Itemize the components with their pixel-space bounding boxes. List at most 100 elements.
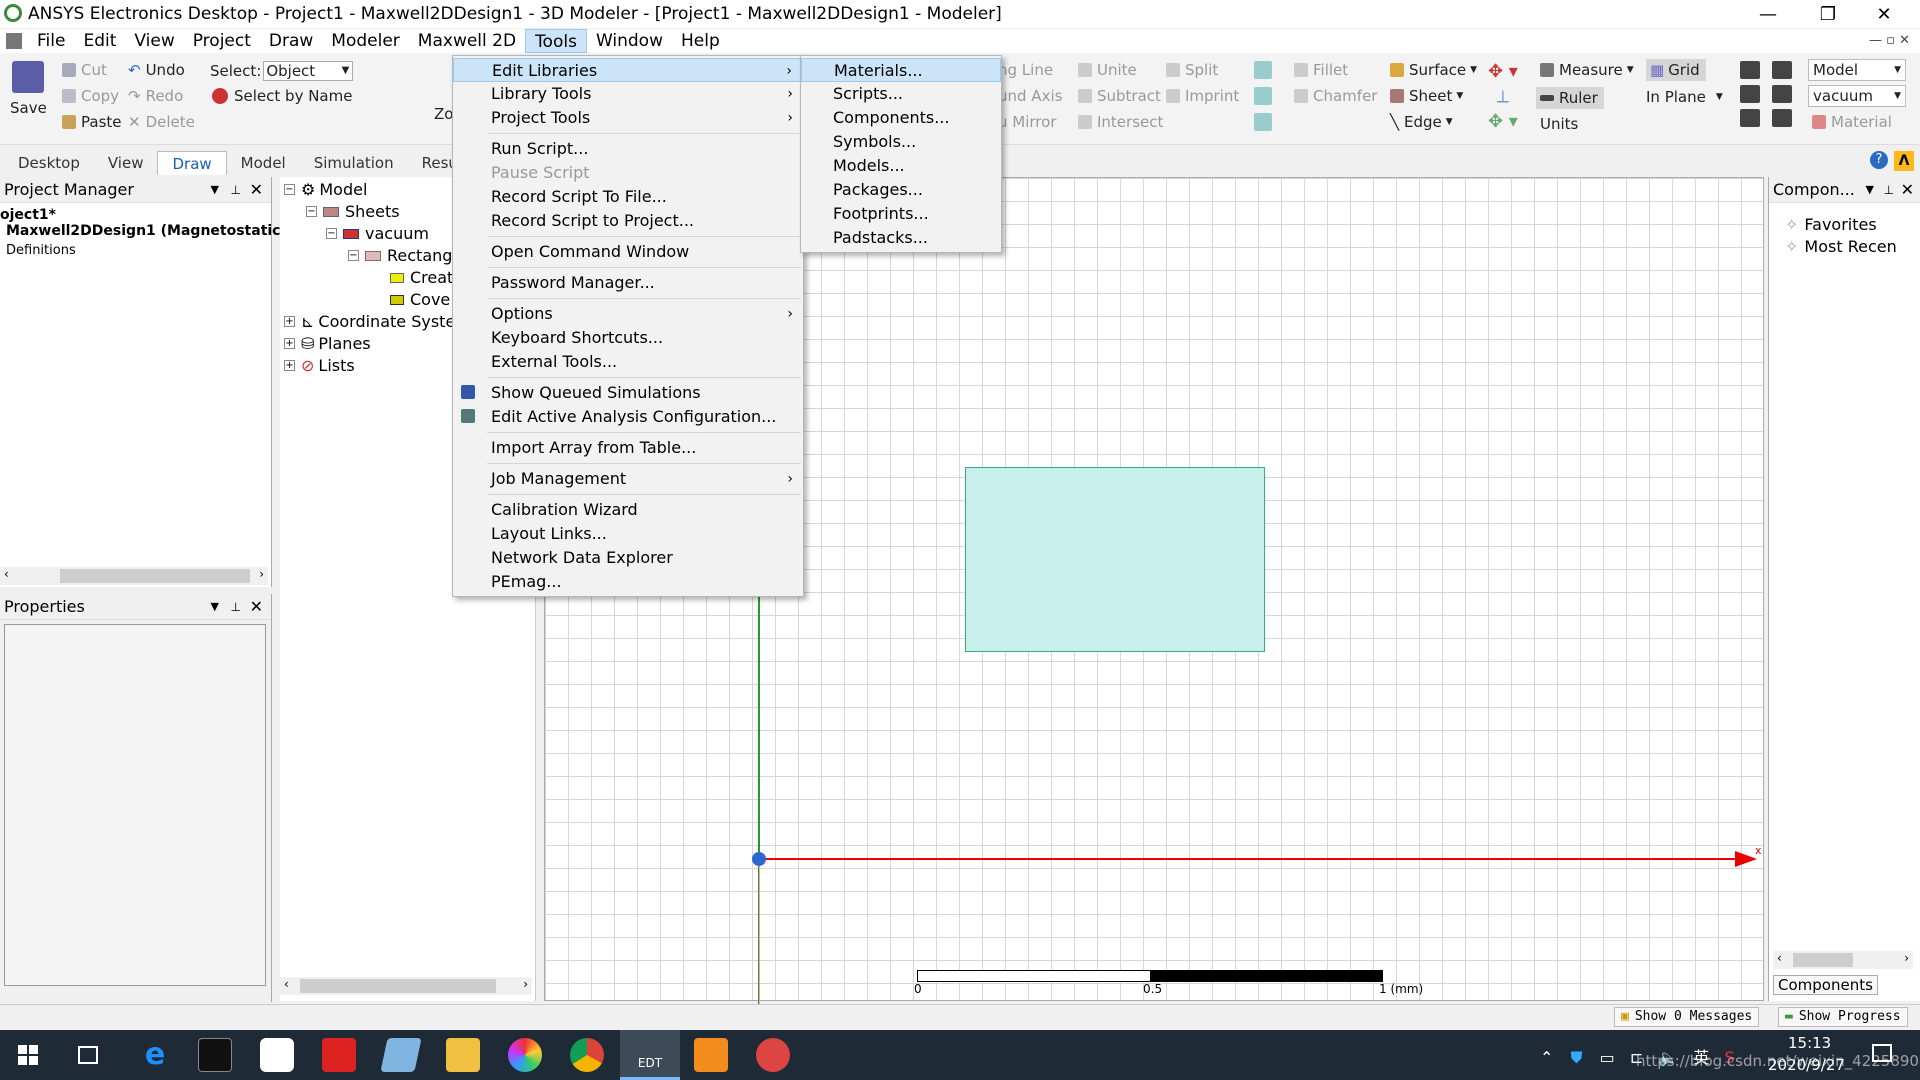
maximize-button[interactable]: ❐ xyxy=(1800,0,1856,28)
select-mode-dropdown[interactable]: Object ▼ xyxy=(263,61,354,81)
align-icon[interactable] xyxy=(1254,61,1272,79)
split-button[interactable]: Split xyxy=(1166,61,1218,79)
menu-file[interactable]: File xyxy=(28,29,74,53)
model-dropdown[interactable]: Model ▼ xyxy=(1808,59,1906,81)
scroll-right-icon[interactable]: › xyxy=(523,977,528,991)
undo-button[interactable]: ↶ Undo xyxy=(128,61,185,79)
menu-view[interactable]: View xyxy=(125,29,183,53)
menu-maxwell2d[interactable]: Maxwell 2D xyxy=(409,29,525,53)
menu-project-tools[interactable]: Project Tools › xyxy=(453,106,803,130)
rotate-icon[interactable] xyxy=(1254,87,1272,105)
close-button[interactable]: ✕ xyxy=(1856,0,1912,28)
scroll-left-icon[interactable]: ‹ xyxy=(1777,951,1782,965)
scroll-left-icon[interactable]: ‹ xyxy=(284,977,289,991)
menu-calibration-wizard[interactable]: Calibration Wizard xyxy=(453,498,803,522)
start-icon[interactable] xyxy=(18,1045,38,1065)
panel-menu-icon[interactable]: ▼ xyxy=(211,177,219,203)
tree-node-vacuum[interactable]: − vacuum xyxy=(326,224,429,243)
submenu-symbols[interactable]: Symbols... xyxy=(801,130,1001,154)
definitions-node[interactable]: Definitions xyxy=(0,243,271,263)
zoom-view-icon[interactable] xyxy=(1740,109,1760,127)
menu-library-tools[interactable]: Library Tools › xyxy=(453,82,803,106)
tree-node-coordinate-systems[interactable]: + ⊾ Coordinate Syste xyxy=(284,312,455,331)
panel-menu-icon[interactable]: ▼ xyxy=(1866,177,1874,203)
tray-expand-icon[interactable]: ⌃ xyxy=(1540,1048,1553,1067)
components-tab[interactable]: Components xyxy=(1773,975,1878,995)
menu-open-command-window[interactable]: Open Command Window xyxy=(453,240,803,264)
surface-dropdown[interactable]: Surface ▼ xyxy=(1390,61,1477,79)
tab-simulation[interactable]: Simulation xyxy=(300,151,408,175)
submenu-packages[interactable]: Packages... xyxy=(801,178,1001,202)
close-icon[interactable]: ✕ xyxy=(1901,177,1914,203)
panel-menu-icon[interactable]: ▼ xyxy=(211,594,219,620)
snipping-tool-icon[interactable] xyxy=(756,1038,790,1072)
most-recent-node[interactable]: ✧ Most Recen xyxy=(1785,237,1897,256)
submenu-padstacks[interactable]: Padstacks... xyxy=(801,226,1001,250)
intersect-button[interactable]: Intersect xyxy=(1078,113,1163,131)
menu-modeler[interactable]: Modeler xyxy=(322,29,409,53)
grid-plane-dropdown[interactable]: In Plane ▼ xyxy=(1646,87,1726,107)
edge-dropdown[interactable]: ╲ Edge ▼ xyxy=(1390,113,1453,131)
rectangle-object[interactable] xyxy=(965,467,1265,652)
components-scrollbar[interactable]: ‹ › xyxy=(1773,951,1913,969)
design-node[interactable]: Maxwell2DDesign1 (Magnetostatic, XY)* xyxy=(0,223,325,243)
ansys-edt-taskbar-button[interactable]: EDT xyxy=(620,1030,680,1080)
tab-draw[interactable]: Draw xyxy=(157,151,227,175)
menu-edit-analysis-config[interactable]: Edit Active Analysis Configuration... xyxy=(453,405,803,429)
pin-icon[interactable]: ⊥ xyxy=(231,594,241,620)
tree-node-lists[interactable]: + ⊘ Lists xyxy=(284,356,355,375)
select-by-name-button[interactable]: Select by Name xyxy=(212,87,352,105)
units-button[interactable]: Units xyxy=(1540,115,1578,133)
mirror-button[interactable]: u Mirror xyxy=(998,113,1056,131)
horizontal-scrollbar[interactable]: ‹ › xyxy=(0,567,268,585)
ruler-button[interactable]: Ruler xyxy=(1536,87,1604,109)
scroll-right-icon[interactable]: › xyxy=(1904,951,1909,965)
menu-layout-links[interactable]: Layout Links... xyxy=(453,522,803,546)
scrollbar-thumb[interactable] xyxy=(300,979,496,993)
menu-keyboard-shortcuts[interactable]: Keyboard Shortcuts... xyxy=(453,326,803,350)
shield-icon[interactable]: ⛊ xyxy=(1571,1048,1583,1067)
sheet-dropdown[interactable]: Sheet ▼ xyxy=(1390,87,1463,105)
orient-view-icon[interactable] xyxy=(1772,109,1792,127)
menu-show-queued-simulations[interactable]: Show Queued Simulations xyxy=(453,381,803,405)
fit-selection-icon[interactable] xyxy=(1772,61,1792,79)
scroll-left-icon[interactable]: ‹ xyxy=(4,567,9,581)
scrollbar-thumb[interactable] xyxy=(60,569,250,583)
menu-draw[interactable]: Draw xyxy=(260,29,322,53)
submenu-scripts[interactable]: Scripts... xyxy=(801,82,1001,106)
show-progress-button[interactable]: ▬ Show Progress xyxy=(1778,1007,1908,1027)
menu-edit[interactable]: Edit xyxy=(74,29,125,53)
clock-time[interactable]: 15:13 xyxy=(1788,1034,1831,1052)
chamfer-button[interactable]: Chamfer xyxy=(1294,87,1377,105)
menu-run-script[interactable]: Run Script... xyxy=(453,137,803,161)
menu-tools[interactable]: Tools xyxy=(525,29,587,53)
show-messages-button[interactable]: ▣ Show 0 Messages xyxy=(1614,1007,1760,1027)
unite-button[interactable]: Unite xyxy=(1078,61,1137,79)
app-pinwheel-icon[interactable] xyxy=(260,1038,294,1072)
close-icon[interactable]: ✕ xyxy=(250,594,263,620)
tree-node-rectangle[interactable]: − Rectang xyxy=(348,246,452,265)
menu-help[interactable]: Help xyxy=(672,29,729,53)
copy-button[interactable]: Copy xyxy=(62,87,119,105)
pan-view-icon[interactable] xyxy=(1772,85,1792,103)
file-explorer-icon[interactable] xyxy=(446,1038,480,1072)
battery-icon[interactable]: ▭ xyxy=(1600,1048,1615,1067)
move-icon[interactable] xyxy=(1254,113,1272,131)
tree-node-planes[interactable]: + ⛁ Planes xyxy=(284,334,371,353)
menu-network-data-explorer[interactable]: Network Data Explorer xyxy=(453,546,803,570)
menu-project[interactable]: Project xyxy=(184,29,260,53)
submenu-materials[interactable]: Materials... xyxy=(801,58,1001,82)
menu-job-management[interactable]: Job Management › xyxy=(453,467,803,491)
menu-options[interactable]: Options › xyxy=(453,302,803,326)
coordinate-system-icon[interactable]: ✥ ▾ xyxy=(1488,61,1518,82)
redo-button[interactable]: ↷ Redo xyxy=(128,87,183,105)
chrome-icon[interactable] xyxy=(570,1038,604,1072)
sweep-along-line-button[interactable]: ng Line xyxy=(998,61,1053,79)
menu-import-array[interactable]: Import Array from Table... xyxy=(453,436,803,460)
menu-password-manager[interactable]: Password Manager... xyxy=(453,271,803,295)
fit-all-icon[interactable] xyxy=(1740,61,1760,79)
submenu-components[interactable]: Components... xyxy=(801,106,1001,130)
cut-button[interactable]: Cut xyxy=(62,61,107,79)
project-node[interactable]: oject1* xyxy=(0,203,271,223)
paste-button[interactable]: Paste xyxy=(62,113,122,131)
